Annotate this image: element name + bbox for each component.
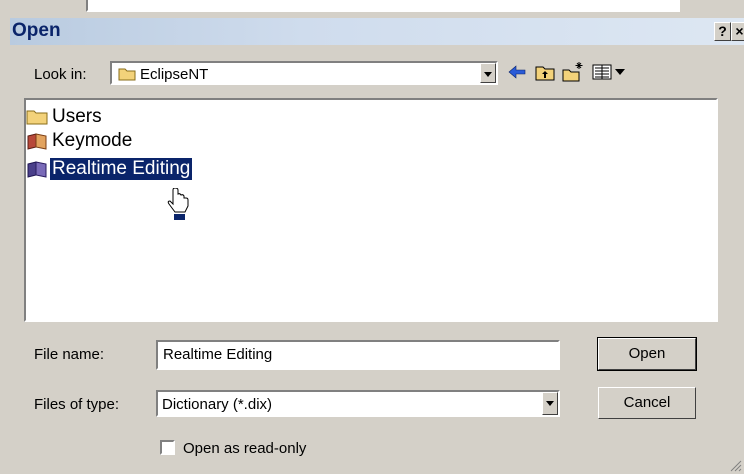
list-item-realtime-editing[interactable]: Realtime Editing: [26, 158, 193, 180]
list-item-keymode[interactable]: Keymode: [26, 130, 134, 152]
cancel-button-label: Cancel: [623, 394, 671, 411]
dialog-title: Open: [12, 20, 61, 41]
title-bar: Open ? ×: [10, 18, 744, 45]
file-type-dropdown[interactable]: Dictionary (*.dix): [156, 390, 560, 417]
view-menu-icon[interactable]: [592, 61, 628, 83]
background-window-strip: [0, 0, 744, 14]
list-item-label: Keymode: [52, 130, 133, 151]
file-name-field[interactable]: Realtime Editing: [156, 340, 560, 370]
look-in-dropdown[interactable]: EclipseNT: [110, 61, 498, 85]
read-only-checkbox[interactable]: [160, 440, 175, 455]
look-in-label: Look in:: [34, 66, 87, 83]
up-one-level-icon[interactable]: [534, 61, 556, 83]
dictionary-book-icon: [26, 159, 50, 179]
look-in-label-text: Look in:: [34, 66, 87, 83]
open-button-label: Open: [628, 345, 666, 362]
folder-icon: [118, 68, 136, 81]
resize-grip-icon[interactable]: [728, 458, 742, 472]
file-name-label: File name:: [34, 346, 105, 363]
file-name-value: Realtime Editing: [163, 346, 273, 363]
file-type-dropdown-arrow[interactable]: [542, 392, 558, 415]
file-list[interactable]: Users Keymode Realtime Editing: [24, 98, 718, 322]
close-button[interactable]: ×: [731, 22, 744, 41]
hand-cursor-icon: [167, 188, 189, 220]
open-button[interactable]: Open: [597, 337, 697, 371]
list-item-users[interactable]: Users: [26, 106, 104, 128]
look-in-dropdown-arrow[interactable]: [480, 63, 496, 83]
background-window-field: [86, 0, 680, 12]
create-new-folder-icon[interactable]: [562, 61, 584, 83]
list-item-label: Realtime Editing: [50, 158, 193, 180]
read-only-label[interactable]: Open as read-only: [183, 440, 306, 457]
folder-icon: [26, 107, 50, 127]
file-type-value: Dictionary (*.dix): [162, 396, 273, 413]
back-icon[interactable]: [506, 61, 528, 83]
cancel-button[interactable]: Cancel: [598, 387, 696, 419]
dictionary-book-icon: [26, 131, 50, 151]
file-type-label: Files of type:: [34, 396, 120, 413]
help-button[interactable]: ?: [714, 22, 731, 41]
list-item-label: Users: [52, 106, 102, 127]
look-in-value: EclipseNT: [140, 66, 209, 83]
